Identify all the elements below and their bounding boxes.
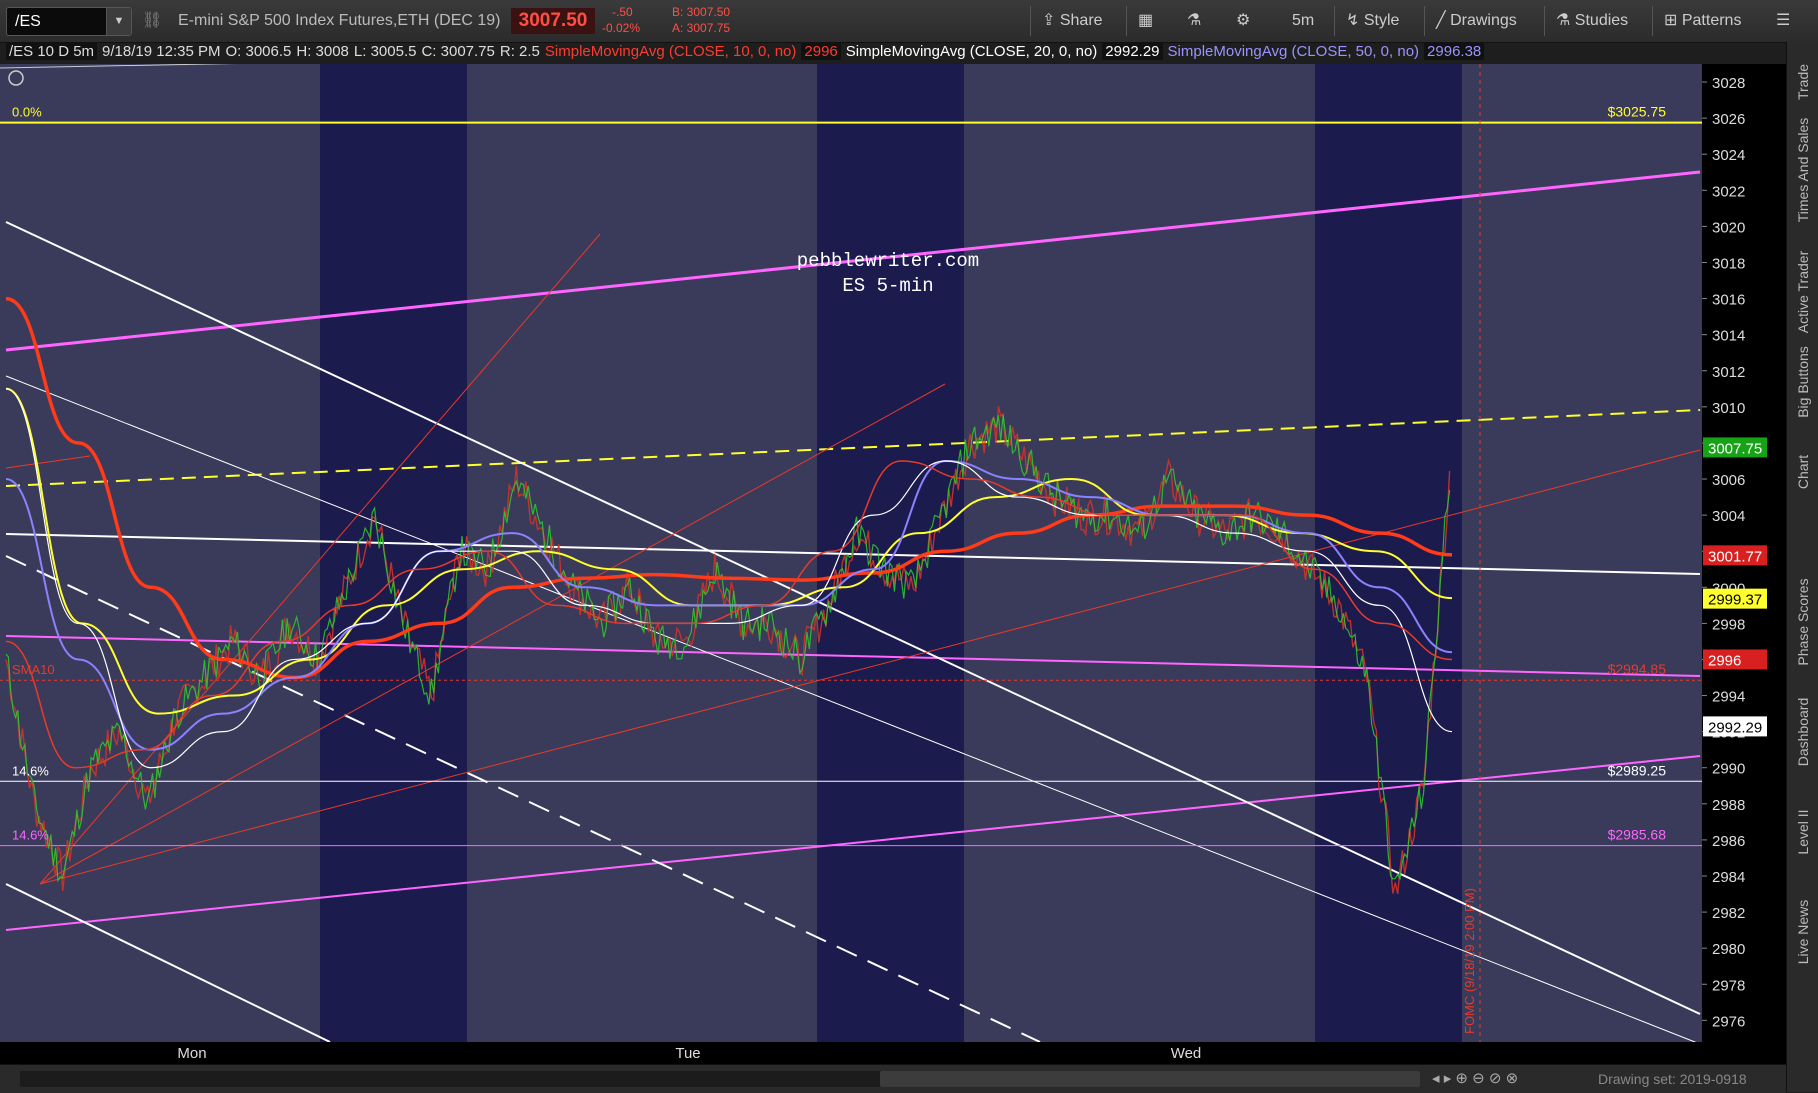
sma10-value: 2996 bbox=[801, 43, 841, 60]
side-tab-label: Dashboard bbox=[1795, 697, 1811, 767]
ohlc-high: H: 3008 bbox=[296, 43, 349, 60]
y-tick-label: 2976 bbox=[1712, 1013, 1745, 1030]
toolbar: /ES ▼ ⛓ E-mini S&P 500 Index Futures,ETH… bbox=[0, 0, 1818, 43]
ohlc-open: O: 3006.5 bbox=[225, 43, 292, 60]
scrollbar-thumb[interactable] bbox=[880, 1071, 1420, 1087]
bid-price: B: 3007.50 bbox=[672, 5, 731, 19]
share-button[interactable]: ⇪ Share bbox=[1042, 8, 1103, 34]
style-button[interactable]: ↯ Style bbox=[1346, 8, 1399, 34]
time-axis-bg bbox=[0, 1042, 1786, 1064]
studies-button[interactable]: ⚗ Studies bbox=[1556, 8, 1628, 34]
y-tick-label: 2984 bbox=[1712, 869, 1745, 886]
ask-price: A: 3007.75 bbox=[672, 21, 731, 35]
ohlc-close: C: 3007.75 bbox=[421, 43, 495, 60]
patterns-button[interactable]: ⊞ Patterns bbox=[1664, 8, 1741, 34]
level-price: $2989.25 bbox=[1608, 762, 1667, 778]
level-label: 14.6% bbox=[12, 763, 49, 778]
y-tick-label: 3016 bbox=[1712, 292, 1745, 309]
price-tag-label: 3007.75 bbox=[1708, 440, 1762, 457]
sma50-value: 2996.38 bbox=[1424, 43, 1485, 60]
drawing-set-label: Drawing set: 2019-0918 bbox=[1598, 1071, 1747, 1087]
side-tab-label: Trade bbox=[1795, 63, 1811, 101]
net-change: -.50 bbox=[612, 5, 633, 19]
y-tick-label: 3028 bbox=[1712, 75, 1745, 92]
x-tick-label: Tue bbox=[675, 1045, 700, 1062]
side-tab-label: Times And Sales bbox=[1795, 117, 1811, 223]
y-tick-label: 3012 bbox=[1712, 364, 1745, 381]
link-icon[interactable]: ⛓ bbox=[142, 8, 162, 34]
flask-icon: ⚗ bbox=[1556, 12, 1575, 29]
symbol-input[interactable]: /ES ▼ bbox=[6, 7, 132, 36]
y-tick-label: 2978 bbox=[1712, 977, 1745, 994]
last-price: 3007.50 bbox=[511, 8, 595, 34]
chart-label: /ES 10 D 5m bbox=[6, 43, 98, 60]
y-tick-label: 2994 bbox=[1712, 689, 1745, 706]
y-tick-label: 2998 bbox=[1712, 616, 1745, 633]
level-price: $3025.75 bbox=[1608, 104, 1667, 120]
event-label: FOMC (9/18/19 2:00 PM) bbox=[1462, 888, 1477, 1034]
chevron-down-icon[interactable]: ▼ bbox=[106, 8, 131, 35]
y-tick-label: 3026 bbox=[1712, 111, 1745, 128]
y-tick-label: 2982 bbox=[1712, 905, 1745, 922]
sma50-label: SimpleMovingAvg (CLOSE, 50, 0, no) bbox=[1167, 43, 1420, 60]
net-change-pct: -0.02% bbox=[602, 21, 641, 35]
y-tick-label: 3010 bbox=[1712, 400, 1745, 417]
style-icon: ↯ bbox=[1346, 12, 1364, 29]
sma20-value: 2992.29 bbox=[1102, 43, 1163, 60]
zoom-controls[interactable]: ◂ ▸ ⊕ ⊖ ⊘ ⊗ bbox=[1432, 1069, 1518, 1087]
chart-info-bar: /ES 10 D 5m 9/18/19 12:35 PM O: 3006.5 H: 3… bbox=[6, 43, 1489, 63]
ohlc-range: R: 2.5 bbox=[499, 43, 540, 60]
chart-title: pebblewriter.com bbox=[797, 250, 979, 272]
x-tick-label: Mon bbox=[177, 1045, 206, 1062]
chart-datetime: 9/18/19 12:35 PM bbox=[102, 43, 221, 60]
gear-icon[interactable]: ⚙ bbox=[1236, 8, 1250, 34]
x-tick-label: Wed bbox=[1171, 1045, 1202, 1062]
side-tab-label: Live News bbox=[1795, 899, 1811, 965]
flask-icon[interactable]: ⚗ bbox=[1187, 8, 1201, 34]
sma20-label: SimpleMovingAvg (CLOSE, 20, 0, no) bbox=[845, 43, 1098, 60]
y-tick-label: 3024 bbox=[1712, 147, 1745, 164]
level-price: $2994.85 bbox=[1608, 661, 1667, 677]
y-tick-label: 2980 bbox=[1712, 941, 1745, 958]
price-tag-label: 2996 bbox=[1708, 652, 1741, 669]
ohlc-low: L: 3005.5 bbox=[353, 43, 417, 60]
symbol-text: /ES bbox=[15, 13, 41, 30]
side-tab-label: Chart bbox=[1795, 454, 1811, 490]
sma10-label: SimpleMovingAvg (CLOSE, 10, 0, no) bbox=[544, 43, 797, 60]
bottom-bar: ◂ ▸ ⊕ ⊖ ⊘ ⊗ Drawing set: 2019-0918 bbox=[0, 1064, 1786, 1093]
y-tick-label: 3020 bbox=[1712, 219, 1745, 236]
side-tab-label: Phase Scores bbox=[1795, 578, 1811, 666]
y-tick-label: 2986 bbox=[1712, 833, 1745, 850]
level-price: $2985.68 bbox=[1608, 827, 1667, 843]
side-tab-label: Active Trader bbox=[1795, 250, 1811, 334]
side-tab-label: Big Buttons bbox=[1795, 346, 1811, 418]
interval-button[interactable]: 5m bbox=[1292, 8, 1314, 34]
side-tab-label: Level II bbox=[1795, 809, 1811, 855]
level-label: 0.0% bbox=[12, 105, 42, 120]
menu-icon[interactable]: ☰ bbox=[1776, 8, 1790, 34]
chart-subtitle: ES 5-min bbox=[842, 275, 933, 297]
price-chart[interactable]: 0.0% $3025.75 14.6% $2989.25 14.6% $2985.68 SM… bbox=[0, 64, 1786, 1064]
price-tag-label: 2992.29 bbox=[1708, 719, 1762, 736]
y-tick-label: 3006 bbox=[1712, 472, 1745, 489]
drawings-button[interactable]: ╱ Drawings bbox=[1436, 8, 1517, 34]
y-tick-label: 3018 bbox=[1712, 255, 1745, 272]
y-tick-label: 2990 bbox=[1712, 761, 1745, 778]
pencil-icon: ╱ bbox=[1436, 12, 1451, 29]
y-tick-label: 3014 bbox=[1712, 328, 1745, 345]
level-label: 14.6% bbox=[12, 828, 49, 843]
price-tag-label: 3001.77 bbox=[1708, 548, 1762, 565]
level-label: SMA10 bbox=[12, 662, 55, 677]
share-icon: ⇪ bbox=[1042, 12, 1060, 29]
grid-icon[interactable]: ▦ bbox=[1138, 8, 1153, 34]
price-tag-label: 2999.37 bbox=[1708, 592, 1762, 609]
y-tick-label: 2988 bbox=[1712, 797, 1745, 814]
y-tick-label: 3004 bbox=[1712, 508, 1745, 525]
instrument-description: E-mini S&P 500 Index Futures,ETH (DEC 19… bbox=[178, 12, 501, 29]
patterns-icon: ⊞ bbox=[1664, 12, 1682, 29]
side-panel: Trade Times And Sales Active Trader Big But… bbox=[1786, 42, 1818, 1092]
y-tick-label: 3022 bbox=[1712, 183, 1745, 200]
